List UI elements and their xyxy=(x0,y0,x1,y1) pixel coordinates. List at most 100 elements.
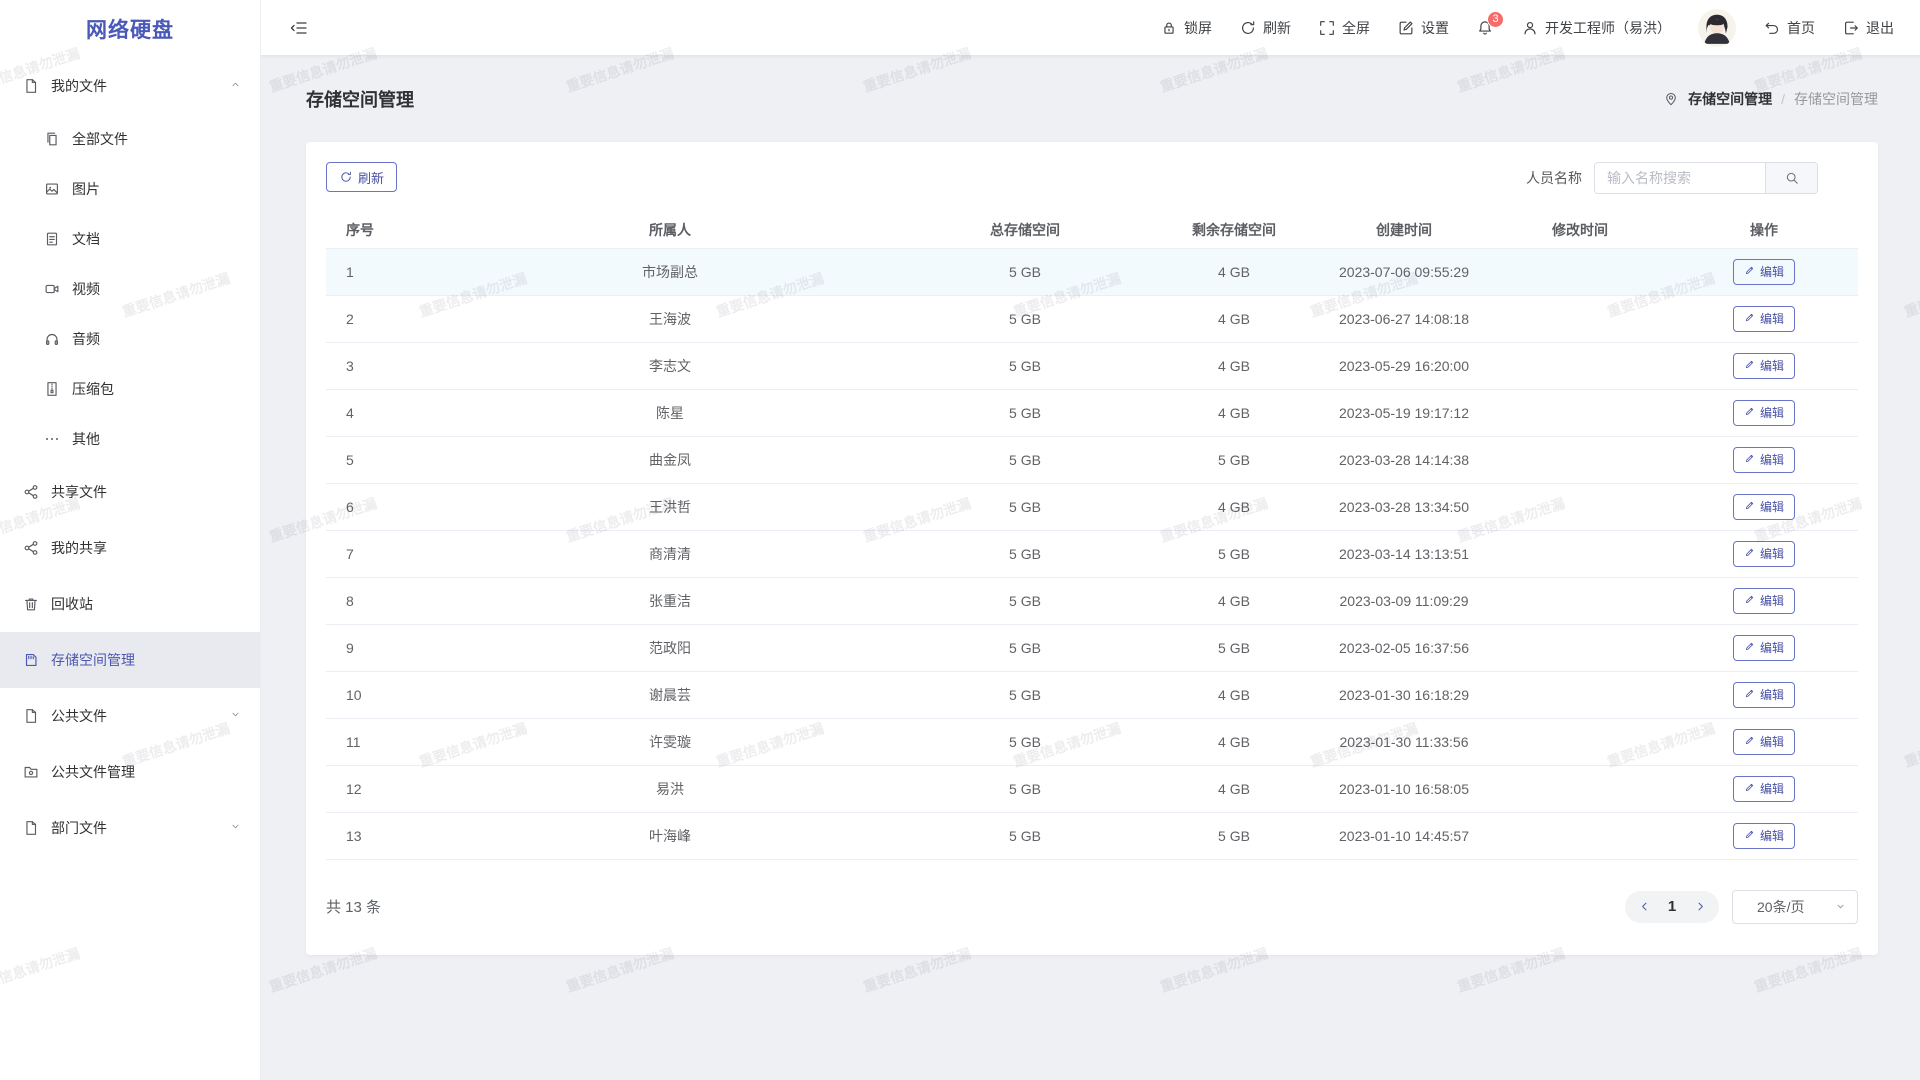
table-row[interactable]: 3李志文5 GB4 GB2023-05-29 16:20:00编辑 xyxy=(326,342,1858,389)
col-header-index: 序号 xyxy=(326,212,440,248)
table-header-row: 序号 所属人 总存储空间 剩余存储空间 创建时间 修改时间 操作 xyxy=(326,212,1858,248)
sidebar: 网络硬盘 我的文件全部文件图片文档视频音频压缩包其他共享文件我的共享回收站存储空… xyxy=(0,0,261,1080)
home-button[interactable]: 首页 xyxy=(1763,18,1815,38)
sidebar-item-my-shares[interactable]: 我的共享 xyxy=(0,520,260,576)
edit-button[interactable]: 编辑 xyxy=(1733,494,1795,520)
table-row[interactable]: 13叶海峰5 GB5 GB2023-01-10 14:45:57编辑 xyxy=(326,812,1858,859)
cell-actions: 编辑 xyxy=(1670,812,1858,859)
table-row[interactable]: 9范政阳5 GB5 GB2023-02-05 16:37:56编辑 xyxy=(326,624,1858,671)
settings-button[interactable]: 设置 xyxy=(1397,18,1449,38)
table-row[interactable]: 6王洪哲5 GB4 GB2023-03-28 13:34:50编辑 xyxy=(326,483,1858,530)
edit-button[interactable]: 编辑 xyxy=(1733,823,1795,849)
cell-index: 4 xyxy=(326,389,440,436)
next-page-button[interactable] xyxy=(1687,894,1713,920)
cell-modified xyxy=(1490,577,1670,624)
pen-icon xyxy=(1744,640,1756,655)
sidebar-item-videos[interactable]: 视频 xyxy=(0,264,260,314)
search-input[interactable] xyxy=(1595,163,1765,193)
pagination: 1 20条/页 xyxy=(1625,890,1858,924)
sidebar-item-shared-files[interactable]: 共享文件 xyxy=(0,464,260,520)
chevron-down-icon xyxy=(1834,900,1847,913)
table-row[interactable]: 1市场副总5 GB4 GB2023-07-06 09:55:29编辑 xyxy=(326,248,1858,295)
edit-button[interactable]: 编辑 xyxy=(1733,306,1795,332)
page-size-select[interactable]: 20条/页 xyxy=(1732,890,1858,924)
cell-remaining: 5 GB xyxy=(1150,436,1318,483)
edit-button[interactable]: 编辑 xyxy=(1733,776,1795,802)
search-button[interactable] xyxy=(1765,163,1817,193)
breadcrumb-item-current[interactable]: 存储空间管理 xyxy=(1688,89,1772,109)
sidebar-item-images[interactable]: 图片 xyxy=(0,164,260,214)
cell-owner: 商清清 xyxy=(440,530,900,577)
table-row[interactable]: 8张重洁5 GB4 GB2023-03-09 11:09:29编辑 xyxy=(326,577,1858,624)
cell-remaining: 4 GB xyxy=(1150,765,1318,812)
sidebar-item-label: 部门文件 xyxy=(51,818,107,838)
table-row[interactable]: 7商清清5 GB5 GB2023-03-14 13:13:51编辑 xyxy=(326,530,1858,577)
sidebar-item-others[interactable]: 其他 xyxy=(0,414,260,464)
pen-icon xyxy=(1744,593,1756,608)
sidebar-item-public-file-management[interactable]: 公共文件管理 xyxy=(0,744,260,800)
table-row[interactable]: 2王海波5 GB4 GB2023-06-27 14:08:18编辑 xyxy=(326,295,1858,342)
cell-modified xyxy=(1490,624,1670,671)
edit-button[interactable]: 编辑 xyxy=(1733,541,1795,567)
edit-button[interactable]: 编辑 xyxy=(1733,635,1795,661)
edit-button[interactable]: 编辑 xyxy=(1733,588,1795,614)
prev-page-button[interactable] xyxy=(1631,894,1657,920)
settings-icon xyxy=(1397,19,1415,37)
notifications-button[interactable]: 3 xyxy=(1476,19,1494,37)
lock-icon xyxy=(1160,19,1178,37)
cell-owner: 市场副总 xyxy=(440,248,900,295)
cell-actions: 编辑 xyxy=(1670,765,1858,812)
sidebar-item-my-files[interactable]: 我的文件 xyxy=(0,58,260,114)
sidebar-item-storage-management[interactable]: 存储空间管理 xyxy=(0,632,260,688)
sidebar-collapse-button[interactable] xyxy=(289,18,309,38)
logout-button[interactable]: 退出 xyxy=(1842,18,1894,38)
table-row[interactable]: 11许雯璇5 GB4 GB2023-01-30 11:33:56编辑 xyxy=(326,718,1858,765)
cell-index: 7 xyxy=(326,530,440,577)
col-header-owner: 所属人 xyxy=(440,212,900,248)
table-row[interactable]: 4陈星5 GB4 GB2023-05-19 19:17:12编辑 xyxy=(326,389,1858,436)
image-icon xyxy=(43,180,61,198)
cell-owner: 易洪 xyxy=(440,765,900,812)
edit-button[interactable]: 编辑 xyxy=(1733,400,1795,426)
sidebar-item-audio[interactable]: 音频 xyxy=(0,314,260,364)
cell-created: 2023-07-06 09:55:29 xyxy=(1318,248,1490,295)
sidebar-item-documents[interactable]: 文档 xyxy=(0,214,260,264)
edit-button[interactable]: 编辑 xyxy=(1733,682,1795,708)
cell-remaining: 4 GB xyxy=(1150,718,1318,765)
edit-button[interactable]: 编辑 xyxy=(1733,447,1795,473)
sidebar-item-public-files[interactable]: 公共文件 xyxy=(0,688,260,744)
user-menu[interactable]: 开发工程师（易洪） xyxy=(1521,18,1671,38)
cell-created: 2023-06-27 14:08:18 xyxy=(1318,295,1490,342)
table-row[interactable]: 12易洪5 GB4 GB2023-01-10 16:58:05编辑 xyxy=(326,765,1858,812)
sidebar-item-all-files[interactable]: 全部文件 xyxy=(0,114,260,164)
refresh-button[interactable]: 刷新 xyxy=(326,162,397,192)
user-avatar[interactable] xyxy=(1698,9,1736,47)
sidebar-item-department-files[interactable]: 部门文件 xyxy=(0,800,260,856)
fullscreen-button[interactable]: 全屏 xyxy=(1318,18,1370,38)
cell-modified xyxy=(1490,436,1670,483)
sidebar-item-label: 公共文件管理 xyxy=(51,762,135,782)
sidebar-item-label: 我的共享 xyxy=(51,538,107,558)
cell-total: 5 GB xyxy=(900,530,1150,577)
lock-screen-button[interactable]: 锁屏 xyxy=(1160,18,1212,38)
table-row[interactable]: 5曲金凤5 GB5 GB2023-03-28 14:14:38编辑 xyxy=(326,436,1858,483)
files-icon xyxy=(43,130,61,148)
sidebar-item-recycle-bin[interactable]: 回收站 xyxy=(0,576,260,632)
cell-remaining: 5 GB xyxy=(1150,812,1318,859)
cell-index: 3 xyxy=(326,342,440,389)
chevron-down-icon xyxy=(229,708,242,724)
edit-button-label: 编辑 xyxy=(1760,545,1784,562)
sidebar-item-archives[interactable]: 压缩包 xyxy=(0,364,260,414)
edit-button[interactable]: 编辑 xyxy=(1733,259,1795,285)
table-row[interactable]: 10谢晨芸5 GB4 GB2023-01-30 16:18:29编辑 xyxy=(326,671,1858,718)
search-label: 人员名称 xyxy=(1526,168,1582,188)
cell-actions: 编辑 xyxy=(1670,530,1858,577)
edit-button[interactable]: 编辑 xyxy=(1733,729,1795,755)
card-footer: 共 13 条 1 20条/页 xyxy=(306,860,1878,924)
refresh-page-button[interactable]: 刷新 xyxy=(1239,18,1291,38)
cell-created: 2023-03-28 13:34:50 xyxy=(1318,483,1490,530)
current-page[interactable]: 1 xyxy=(1659,898,1685,915)
edit-button[interactable]: 编辑 xyxy=(1733,353,1795,379)
topbar: 锁屏 刷新 全屏 设置 3 xyxy=(261,0,1920,55)
cell-total: 5 GB xyxy=(900,624,1150,671)
